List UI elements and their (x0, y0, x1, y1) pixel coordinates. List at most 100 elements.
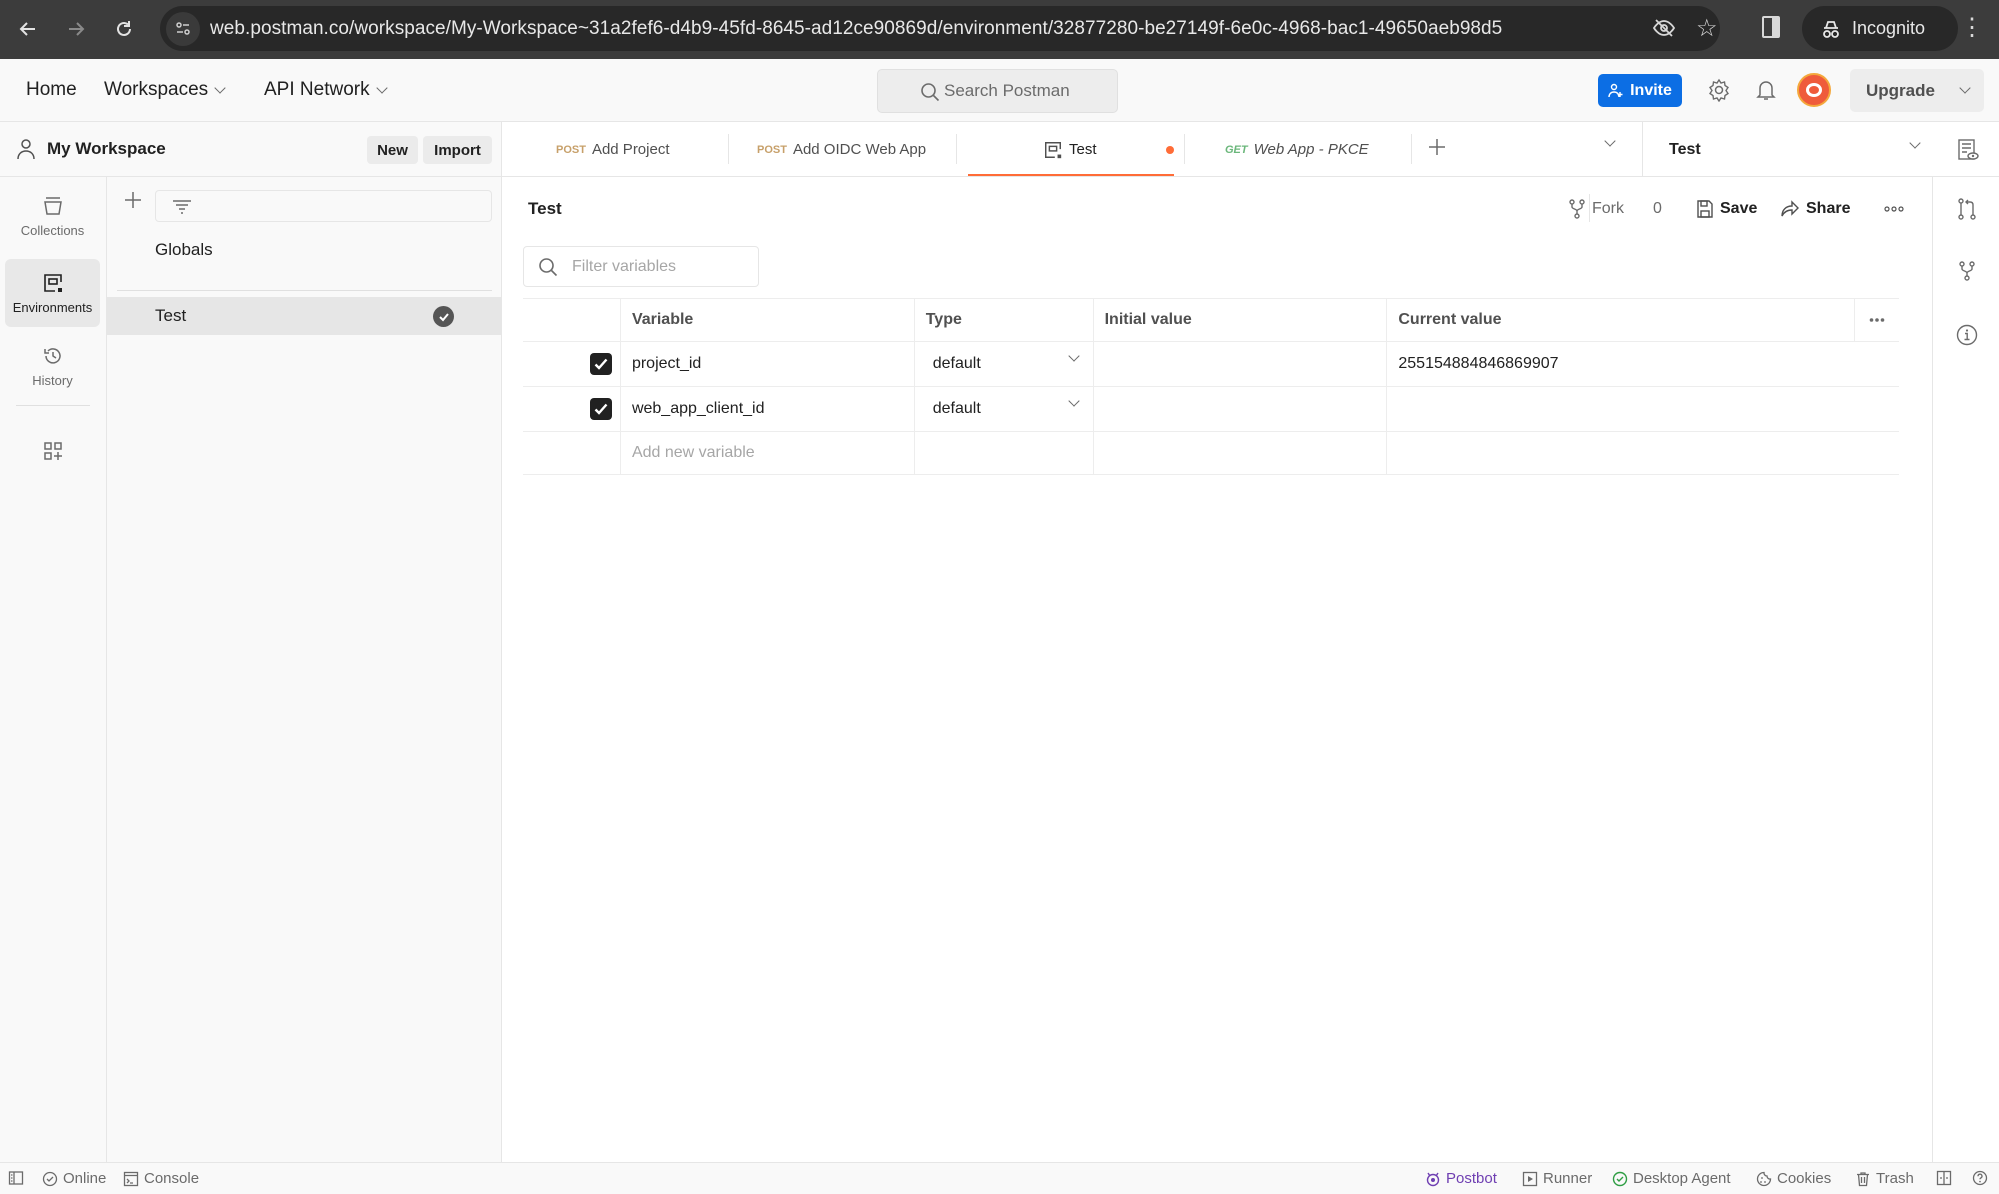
sidebar-item-environments[interactable]: Environments (5, 259, 100, 327)
enabled-checkbox[interactable] (589, 398, 612, 420)
desktop-agent-button[interactable]: Desktop Agent (1612, 1170, 1731, 1187)
site-info-icon[interactable] (166, 11, 200, 46)
postbot-button[interactable]: Postbot (1425, 1170, 1497, 1187)
notifications-button[interactable] (1753, 77, 1779, 103)
nav-home[interactable]: Home (26, 79, 77, 101)
column-options-button[interactable] (1854, 299, 1899, 341)
fork-count[interactable]: 0 (1653, 195, 1662, 223)
eye-off-icon[interactable] (1652, 16, 1676, 46)
new-button[interactable]: New (367, 136, 418, 164)
environment-name: Test (155, 306, 187, 325)
new-tab-button[interactable] (1427, 133, 1447, 164)
sidebar-rail: Collections Environments History (0, 177, 107, 1162)
online-status[interactable]: Online (42, 1170, 106, 1187)
toggle-sidebar-button[interactable] (8, 1170, 24, 1186)
tab-label: Test (1069, 141, 1097, 158)
sidebar-item-history[interactable]: History (5, 332, 100, 400)
settings-button[interactable] (1706, 77, 1732, 103)
url-text[interactable]: web.postman.co/workspace/My-Workspace~31… (210, 18, 1502, 40)
import-button[interactable]: Import (423, 136, 492, 164)
help-button[interactable] (1972, 1170, 1988, 1186)
fork-label: Fork (1592, 200, 1624, 217)
new-initial-value-cell[interactable] (1092, 432, 1387, 474)
environment-item-globals[interactable]: Globals (107, 231, 501, 269)
back-button[interactable] (4, 5, 52, 53)
forward-arrow-icon (69, 22, 85, 36)
variable-name-cell[interactable]: project_id (619, 342, 914, 386)
avatar[interactable] (1797, 73, 1831, 107)
variables-table: Variable Type Initial value Current valu… (523, 298, 1899, 475)
address-bar[interactable]: web.postman.co/workspace/My-Workspace~31… (160, 6, 1720, 51)
tab-add-oidc-web-app[interactable]: POST Add OIDC Web App (757, 122, 926, 177)
active-environment-check-icon[interactable] (433, 306, 454, 327)
plus-icon (125, 192, 141, 208)
reload-button[interactable] (100, 5, 148, 53)
workspace-name[interactable]: My Workspace (47, 139, 166, 159)
tab-test-environment[interactable]: Test (1043, 122, 1097, 177)
console-button[interactable]: Console (123, 1170, 199, 1187)
enabled-checkbox[interactable] (589, 353, 612, 375)
runner-button[interactable]: Runner (1522, 1170, 1592, 1187)
tab-label: Add Project (591, 141, 670, 158)
initial-value-cell[interactable] (1092, 342, 1387, 386)
fork-count-value: 0 (1653, 200, 1662, 217)
variable-name-cell[interactable]: web_app_client_id (619, 387, 914, 431)
tab-add-project[interactable]: POST Add Project (556, 122, 670, 177)
tab-separator (1184, 134, 1185, 164)
forward-button[interactable] (52, 5, 100, 53)
quick-look-icon (1958, 139, 1979, 160)
right-context-bar (1932, 177, 1999, 1162)
sidebar-toggle-icon (8, 1171, 24, 1185)
method-badge: POST (757, 143, 787, 156)
sidebar-item-configure[interactable] (5, 431, 100, 471)
side-panel-icon[interactable] (1762, 16, 1780, 38)
fork-button[interactable]: Fork (1568, 195, 1624, 223)
incognito-badge[interactable]: Incognito (1802, 6, 1958, 51)
environment-quick-look-button[interactable] (1957, 138, 1979, 167)
environment-filter-input[interactable] (155, 190, 492, 222)
tab-overflow-chevron-icon[interactable] (1604, 135, 1616, 147)
back-arrow-icon (19, 22, 35, 36)
add-environment-button[interactable] (123, 189, 143, 217)
filter-variables-input[interactable]: Filter variables (523, 246, 759, 287)
invite-button[interactable]: Invite (1598, 74, 1682, 107)
two-pane-layout-button[interactable] (1936, 1170, 1952, 1186)
tab-bar: POST Add Project POST Add OIDC Web App T… (502, 122, 1999, 177)
pull-request-button[interactable] (1955, 197, 1979, 221)
nav-workspaces[interactable]: Workspaces (104, 79, 226, 101)
workspace-header: My Workspace New Import (0, 122, 502, 177)
environment-title[interactable]: Test (528, 199, 562, 219)
current-value-cell[interactable] (1386, 387, 1854, 431)
upgrade-button[interactable]: Upgrade (1850, 69, 1984, 112)
share-button[interactable]: Share (1780, 195, 1850, 223)
new-current-value-cell[interactable] (1386, 432, 1854, 474)
search-postman-input[interactable]: Search Postman (877, 69, 1118, 113)
environment-item-test[interactable]: Test (107, 297, 501, 335)
environment-selector[interactable]: Test (1642, 122, 1937, 177)
new-variable-type-cell[interactable] (913, 432, 1093, 474)
method-badge: POST (556, 143, 586, 156)
save-button[interactable]: Save (1696, 195, 1757, 223)
tab-web-app-pkce[interactable]: GET Web App - PKCE (1225, 122, 1369, 177)
trash-button[interactable]: Trash (1855, 1170, 1914, 1187)
initial-value-cell[interactable] (1092, 387, 1387, 431)
bookmark-star-icon[interactable]: ☆ (1696, 14, 1718, 43)
add-new-variable-input[interactable]: Add new variable (619, 432, 914, 474)
sidebar-item-collections[interactable]: Collections (5, 182, 100, 250)
more-actions-button[interactable] (1884, 195, 1904, 223)
variable-type-select[interactable]: default (913, 387, 1093, 431)
column-header-variable: Variable (619, 299, 914, 341)
nav-api-network[interactable]: API Network (264, 79, 388, 101)
tab-label: Web App - PKCE (1253, 141, 1369, 158)
info-button[interactable] (1955, 323, 1979, 347)
chevron-down-icon[interactable] (1959, 82, 1971, 94)
cookies-button[interactable]: Cookies (1756, 1170, 1831, 1187)
environment-editor: Test Fork 0 Save Share Filter variables … (502, 177, 1932, 1162)
variable-type-select[interactable]: default (913, 342, 1093, 386)
fork-info-button[interactable] (1955, 259, 1979, 283)
browser-menu-icon[interactable]: ⋮ (1960, 10, 1984, 46)
nav-workspaces-label: Workspaces (104, 79, 209, 100)
more-horizontal-icon (1884, 206, 1904, 212)
current-value-cell[interactable]: 255154884846869907 (1386, 342, 1854, 386)
table-header-row: Variable Type Initial value Current valu… (523, 298, 1899, 341)
